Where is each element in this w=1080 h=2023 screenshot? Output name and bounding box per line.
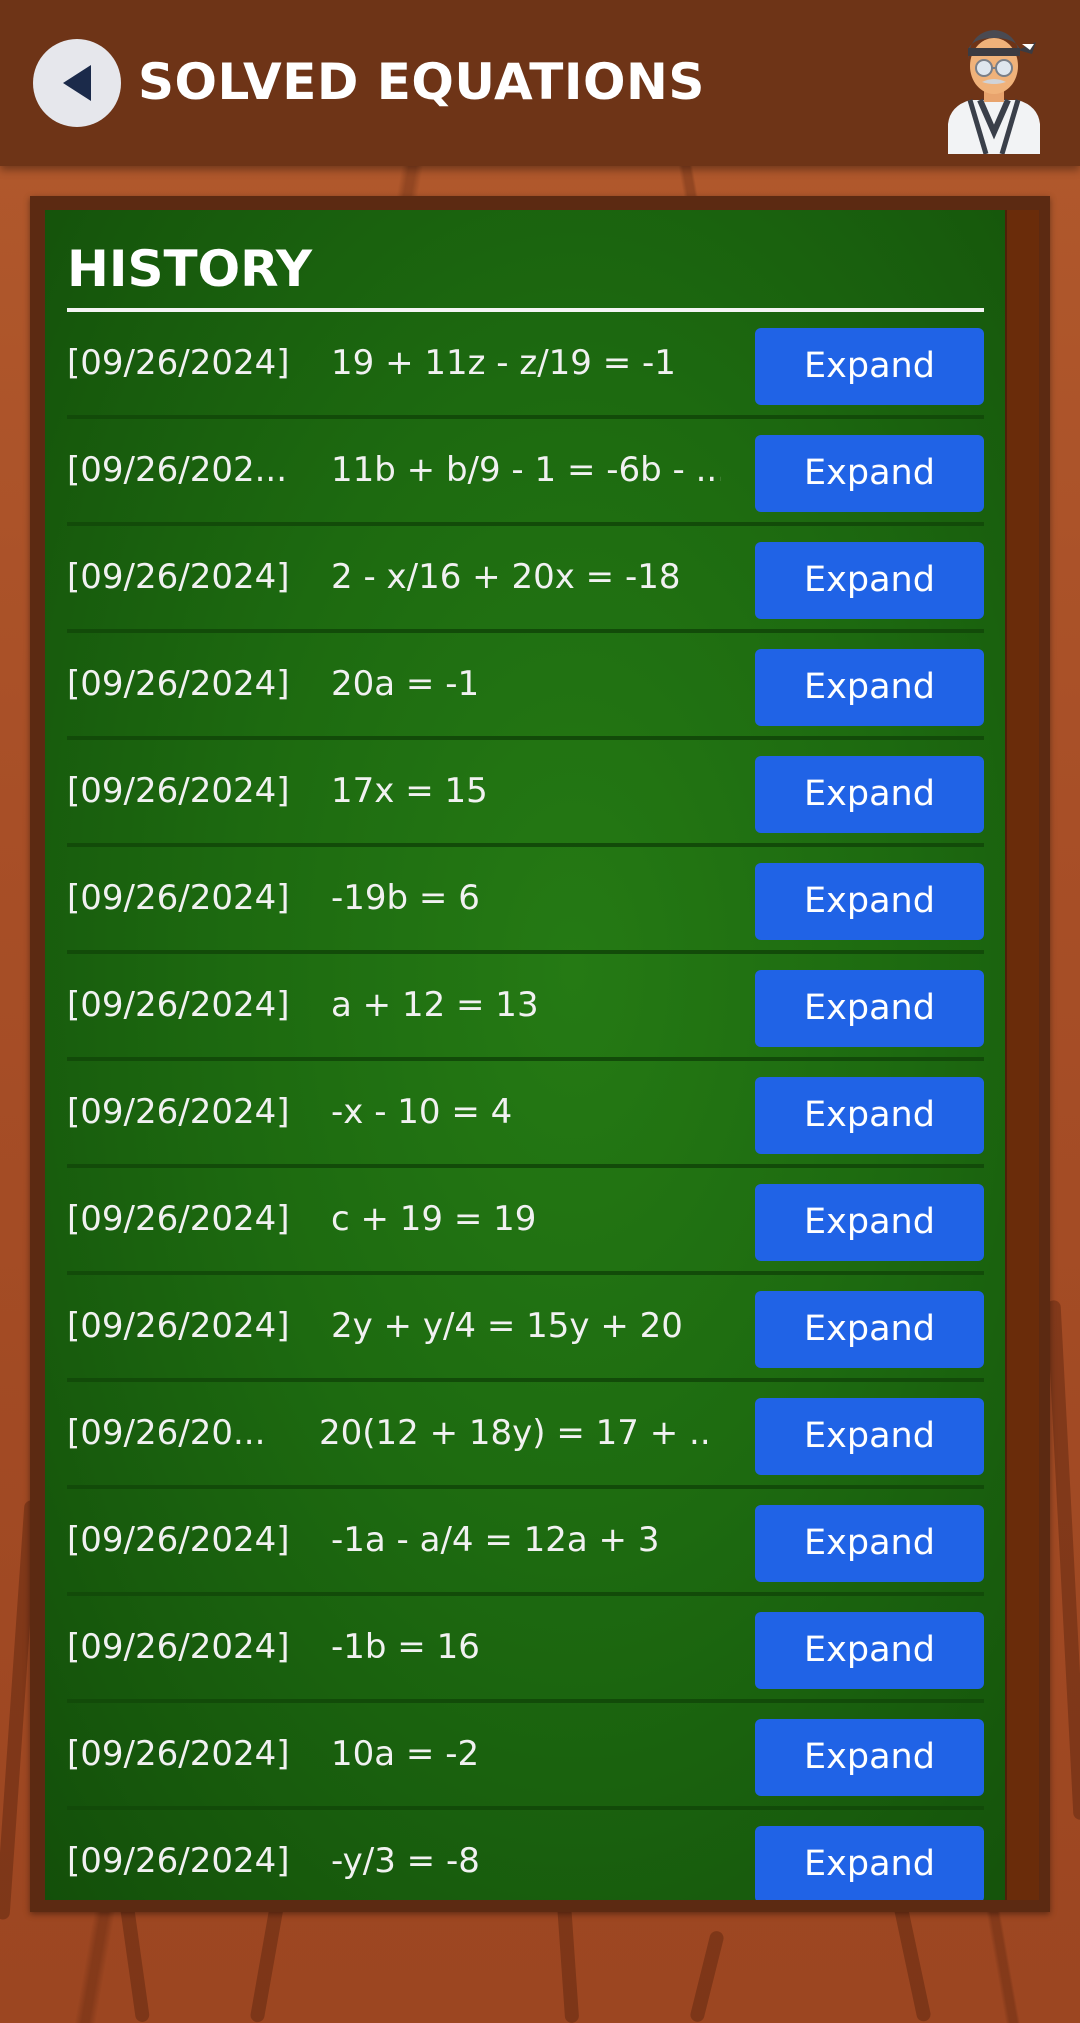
item-date: [09/26/2024] bbox=[67, 343, 290, 383]
item-equation: 11b + b/9 - 1 = -6b - ... bbox=[331, 450, 721, 490]
history-list: [09/26/2024] 19 + 11z - z/19 = -1 Expand… bbox=[67, 312, 984, 1900]
item-date: [09/26/2024] bbox=[67, 985, 290, 1025]
expand-button[interactable]: Expand bbox=[755, 1398, 984, 1475]
item-equation: -y/3 = -8 bbox=[331, 1841, 480, 1881]
back-arrow-icon bbox=[63, 65, 91, 101]
expand-button[interactable]: Expand bbox=[755, 1291, 984, 1368]
item-equation: 2 - x/16 + 20x = -18 bbox=[331, 557, 681, 597]
item-equation: 17x = 15 bbox=[331, 771, 488, 811]
item-equation: -19b = 6 bbox=[331, 878, 480, 918]
item-date: [09/26/2024] bbox=[67, 1841, 290, 1881]
history-board: HISTORY [09/26/2024] 19 + 11z - z/19 = -… bbox=[45, 210, 1005, 1900]
item-date: [09/26/2024] bbox=[67, 878, 290, 918]
item-equation: 10a = -2 bbox=[331, 1734, 480, 1774]
item-equation: -x - 10 = 4 bbox=[331, 1092, 513, 1132]
item-date: [09/26/202... bbox=[67, 450, 288, 490]
item-date: [09/26/2024] bbox=[67, 664, 290, 704]
item-equation: -1a - a/4 = 12a + 3 bbox=[331, 1520, 660, 1560]
avatar bbox=[940, 14, 1048, 155]
scrollbar[interactable] bbox=[1005, 210, 1039, 1900]
expand-button[interactable]: Expand bbox=[755, 1077, 984, 1154]
item-equation: 20(12 + 18y) = 17 + ... bbox=[319, 1413, 709, 1453]
history-heading: HISTORY bbox=[67, 240, 313, 298]
expand-button[interactable]: Expand bbox=[755, 542, 984, 619]
list-item: [09/26/2024] -x - 10 = 4 Expand bbox=[67, 1061, 984, 1168]
list-item: [09/26/202... 11b + b/9 - 1 = -6b - ... … bbox=[67, 419, 984, 526]
back-button[interactable] bbox=[33, 39, 121, 127]
list-item: [09/26/2024] 2 - x/16 + 20x = -18 Expand bbox=[67, 526, 984, 633]
list-item: [09/26/2024] c + 19 = 19 Expand bbox=[67, 1168, 984, 1275]
expand-button[interactable]: Expand bbox=[755, 1505, 984, 1582]
expand-button[interactable]: Expand bbox=[755, 1826, 984, 1900]
item-equation: 2y + y/4 = 15y + 20 bbox=[331, 1306, 683, 1346]
list-item: [09/26/2024] -1b = 16 Expand bbox=[67, 1596, 984, 1703]
item-date: [09/26/2024] bbox=[67, 1306, 290, 1346]
list-item: [09/26/2024] -1a - a/4 = 12a + 3 Expand bbox=[67, 1489, 984, 1596]
item-date: [09/26/2024] bbox=[67, 771, 290, 811]
list-item: [09/26/2024] 10a = -2 Expand bbox=[67, 1703, 984, 1810]
item-date: [09/26/2024] bbox=[67, 1734, 290, 1774]
list-item: [09/26/2024] a + 12 = 13 Expand bbox=[67, 954, 984, 1061]
item-equation: 20a = -1 bbox=[331, 664, 480, 704]
expand-button[interactable]: Expand bbox=[755, 1612, 984, 1689]
list-item: [09/26/2024] -y/3 = -8 Expand bbox=[67, 1810, 984, 1900]
expand-button[interactable]: Expand bbox=[755, 863, 984, 940]
list-item: [09/26/20... 20(12 + 18y) = 17 + ... Exp… bbox=[67, 1382, 984, 1489]
item-date: [09/26/2024] bbox=[67, 1520, 290, 1560]
page-title: SOLVED EQUATIONS bbox=[138, 53, 705, 111]
item-date: [09/26/20... bbox=[67, 1413, 266, 1453]
item-equation: c + 19 = 19 bbox=[331, 1199, 537, 1239]
item-date: [09/26/2024] bbox=[67, 557, 290, 597]
expand-button[interactable]: Expand bbox=[755, 649, 984, 726]
expand-button[interactable]: Expand bbox=[755, 435, 984, 512]
expand-button[interactable]: Expand bbox=[755, 756, 984, 833]
item-date: [09/26/2024] bbox=[67, 1627, 290, 1667]
expand-button[interactable]: Expand bbox=[755, 970, 984, 1047]
item-equation: 19 + 11z - z/19 = -1 bbox=[331, 343, 676, 383]
expand-button[interactable]: Expand bbox=[755, 328, 984, 405]
expand-button[interactable]: Expand bbox=[755, 1184, 984, 1261]
expand-button[interactable]: Expand bbox=[755, 1719, 984, 1796]
list-item: [09/26/2024] 17x = 15 Expand bbox=[67, 740, 984, 847]
list-item: [09/26/2024] 19 + 11z - z/19 = -1 Expand bbox=[67, 312, 984, 419]
item-equation: -1b = 16 bbox=[331, 1627, 480, 1667]
item-equation: a + 12 = 13 bbox=[331, 985, 539, 1025]
item-date: [09/26/2024] bbox=[67, 1092, 290, 1132]
list-item: [09/26/2024] 2y + y/4 = 15y + 20 Expand bbox=[67, 1275, 984, 1382]
item-date: [09/26/2024] bbox=[67, 1199, 290, 1239]
list-item: [09/26/2024] 20a = -1 Expand bbox=[67, 633, 984, 740]
list-item: [09/26/2024] -19b = 6 Expand bbox=[67, 847, 984, 954]
top-bar: SOLVED EQUATIONS bbox=[0, 0, 1080, 166]
ninja-teacher-avatar-icon bbox=[948, 30, 1040, 155]
